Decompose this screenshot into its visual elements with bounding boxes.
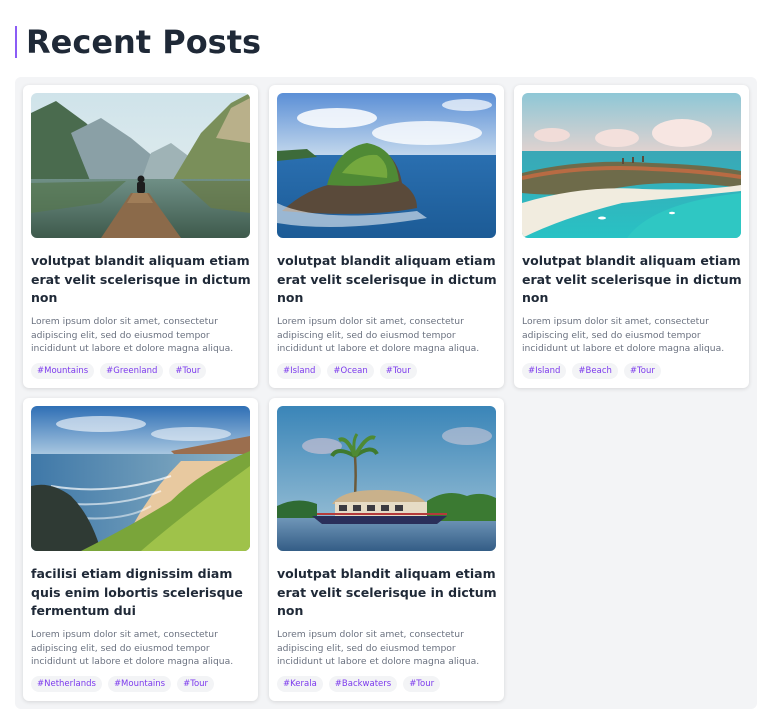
tag[interactable]: #Ocean [327, 363, 374, 379]
post-tags: #Island #Ocean #Tour [277, 363, 417, 379]
post-image-kerala-houseboat[interactable] [277, 406, 496, 551]
post-title[interactable]: volutpat blandit aliquam etiam erat veli… [522, 252, 744, 308]
page-header: Recent Posts [15, 23, 262, 61]
page-title: Recent Posts [26, 23, 262, 61]
tag[interactable]: #Tour [379, 363, 417, 379]
post-card[interactable]: facilisi etiam dignissim diam quis enim … [23, 398, 258, 701]
tag[interactable]: #Mountains [31, 363, 95, 379]
post-excerpt: Lorem ipsum dolor sit amet, consectetur … [31, 316, 234, 354]
post-title[interactable]: volutpat blandit aliquam etiam erat veli… [277, 252, 499, 308]
tag[interactable]: #Tour [177, 676, 215, 692]
post-image-rocky-island[interactable] [277, 93, 496, 238]
post-tags: #Island #Beach #Tour [522, 363, 661, 379]
tag[interactable]: #Backwaters [328, 676, 398, 692]
post-tags: #Kerala #Backwaters #Tour [277, 676, 441, 692]
post-title[interactable]: volutpat blandit aliquam etiam erat veli… [277, 565, 499, 621]
tag[interactable]: #Island [277, 363, 322, 379]
post-title[interactable]: volutpat blandit aliquam etiam erat veli… [31, 252, 253, 308]
post-image-tropical-lagoon[interactable] [522, 93, 741, 238]
post-card[interactable]: volutpat blandit aliquam etiam erat veli… [269, 398, 504, 701]
post-title[interactable]: facilisi etiam dignissim diam quis enim … [31, 565, 253, 621]
tag[interactable]: #Beach [572, 363, 618, 379]
tag[interactable]: #Tour [403, 676, 441, 692]
post-tags: #Mountains #Greenland #Tour [31, 363, 207, 379]
tag[interactable]: #Tour [623, 363, 661, 379]
post-excerpt: Lorem ipsum dolor sit amet, consectetur … [31, 629, 234, 667]
tag[interactable]: #Tour [169, 363, 207, 379]
post-card[interactable]: volutpat blandit aliquam etiam erat veli… [269, 85, 504, 388]
post-excerpt: Lorem ipsum dolor sit amet, consectetur … [277, 316, 480, 354]
tag[interactable]: #Island [522, 363, 567, 379]
post-image-coastal-cliff[interactable] [31, 406, 250, 551]
post-image-mountain-lake[interactable] [31, 93, 250, 238]
post-card[interactable]: volutpat blandit aliquam etiam erat veli… [23, 85, 258, 388]
posts-grid: volutpat blandit aliquam etiam erat veli… [15, 77, 757, 709]
tag[interactable]: #Netherlands [31, 676, 102, 692]
title-accent-bar [15, 26, 17, 58]
tag[interactable]: #Mountains [107, 676, 172, 692]
page: Recent Posts volutpat blandit aliquam et… [0, 0, 773, 723]
post-card[interactable]: volutpat blandit aliquam etiam erat veli… [514, 85, 749, 388]
tag[interactable]: #Greenland [100, 363, 164, 379]
post-excerpt: Lorem ipsum dolor sit amet, consectetur … [277, 629, 480, 667]
tag[interactable]: #Kerala [277, 676, 323, 692]
post-excerpt: Lorem ipsum dolor sit amet, consectetur … [522, 316, 725, 354]
post-tags: #Netherlands #Mountains #Tour [31, 676, 215, 692]
